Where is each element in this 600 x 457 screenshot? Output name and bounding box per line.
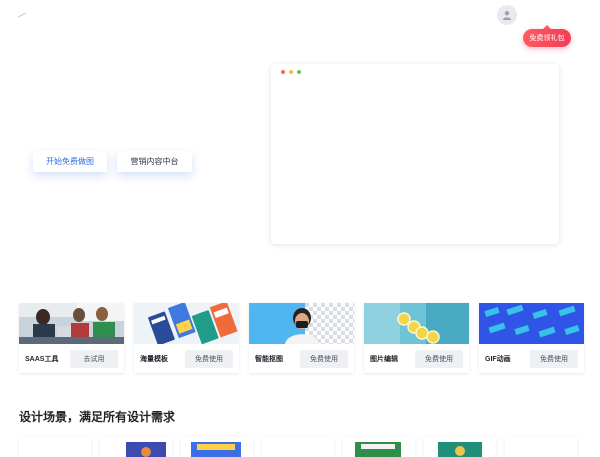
try-button[interactable]: 去试用 [70, 350, 118, 368]
free-gift-button[interactable]: 免费领礼包 [523, 25, 571, 47]
window-controls [281, 70, 301, 74]
saas-team-image [19, 303, 124, 344]
preview-window [271, 64, 559, 244]
scene-cards [19, 437, 577, 457]
tool-card-gif[interactable]: GIF动画 免费使用 [479, 303, 584, 373]
free-use-button[interactable]: 免费使用 [300, 350, 348, 368]
tool-card-saas[interactable]: SAAS工具 去试用 [19, 303, 124, 373]
tool-card-image-edit[interactable]: 图片编辑 免费使用 [364, 303, 469, 373]
window-dot-green [297, 70, 301, 74]
gif-animation-image [479, 303, 584, 344]
start-free-design-button[interactable]: 开始免费做图 [33, 151, 107, 172]
free-use-button[interactable]: 免费使用 [530, 350, 578, 368]
tool-card-cutout[interactable]: 智能抠图 免费使用 [249, 303, 354, 373]
tool-name: GIF动画 [485, 356, 511, 363]
marketing-content-hub-button[interactable]: 营销内容中台 [117, 151, 192, 172]
templates-image [134, 303, 239, 344]
scene-card[interactable] [181, 437, 253, 457]
user-avatar[interactable] [497, 5, 517, 25]
tool-card-templates[interactable]: 海量模板 免费使用 [134, 303, 239, 373]
design-scenes-title: 设计场景，满足所有设计需求 [19, 410, 176, 424]
tool-name: 海量模板 [140, 356, 168, 363]
marketing-content-hub-label: 营销内容中台 [130, 157, 179, 166]
scene-card[interactable] [100, 437, 172, 457]
free-gift-label: 免费领礼包 [529, 35, 565, 42]
scene-card[interactable] [505, 437, 577, 457]
user-icon [503, 11, 511, 20]
window-dot-red [281, 70, 285, 74]
free-use-button[interactable]: 免费使用 [185, 350, 233, 368]
tool-name: SAAS工具 [25, 356, 59, 363]
scene-card[interactable] [343, 437, 415, 457]
window-dot-yellow [289, 70, 293, 74]
free-use-button[interactable]: 免费使用 [415, 350, 463, 368]
tool-name: 图片编辑 [370, 356, 398, 363]
scene-card[interactable] [19, 437, 91, 457]
scene-card[interactable] [262, 437, 334, 457]
tool-name: 智能抠图 [255, 356, 283, 363]
cutout-image [249, 303, 354, 344]
tool-cards: SAAS工具 去试用 海量模板 免费使用 智能抠图 免费使用 图片编辑 免费使用… [19, 303, 584, 373]
start-free-design-label: 开始免费做图 [46, 157, 94, 166]
image-edit-image [364, 303, 469, 344]
scene-card[interactable] [424, 437, 496, 457]
logo-icon[interactable] [17, 12, 27, 18]
